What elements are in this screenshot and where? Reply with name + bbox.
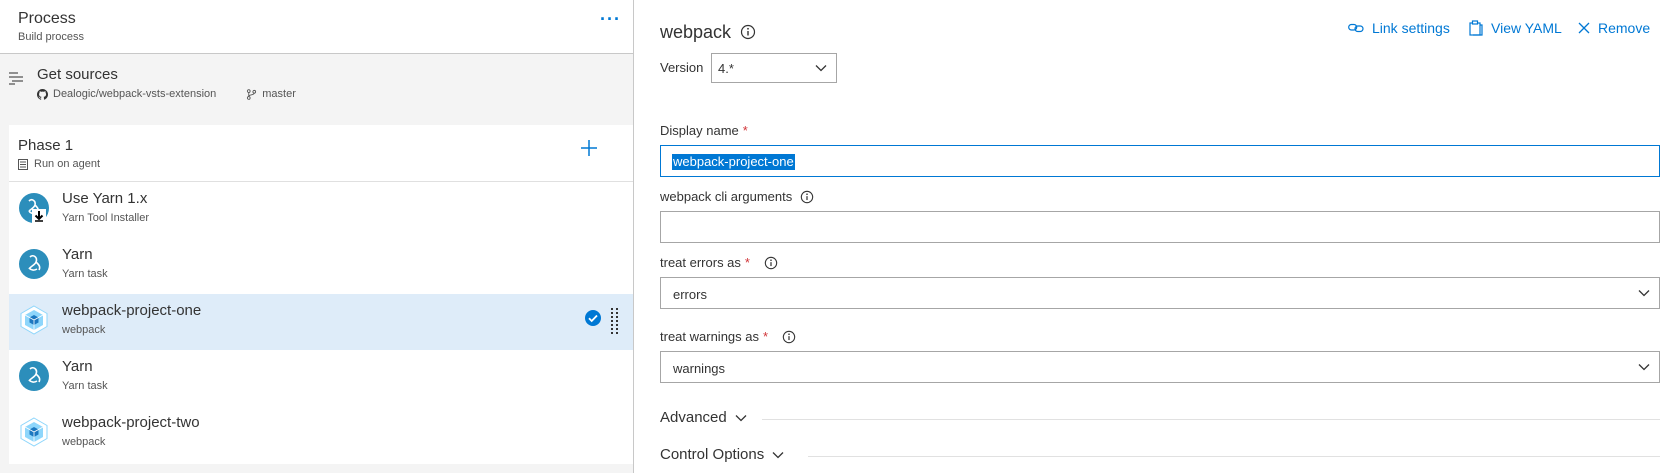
process-header[interactable]: Process Build process ··· xyxy=(0,0,633,54)
required-marker: * xyxy=(744,255,750,270)
advanced-section-toggle[interactable]: Advanced xyxy=(660,409,1674,429)
chevron-down-icon xyxy=(735,414,747,421)
clipboard-icon xyxy=(1469,20,1483,36)
view-yaml-label: View YAML xyxy=(1491,20,1562,36)
section-divider xyxy=(808,456,1660,457)
control-options-section-toggle[interactable]: Control Options xyxy=(660,446,1674,466)
control-options-title: Control Options xyxy=(660,446,784,463)
phase-subtitle-text: Run on agent xyxy=(34,158,101,170)
github-icon xyxy=(37,88,48,100)
remove-label: Remove xyxy=(1598,20,1651,36)
task-subtitle: Yarn task xyxy=(62,268,108,280)
display-name-label: Display name * xyxy=(660,123,748,138)
errors-label-text: treat errors as xyxy=(660,255,741,270)
sources-meta: Dealogic/webpack-vsts-extension master xyxy=(37,88,296,100)
webpack-icon xyxy=(20,305,48,335)
task-title: Yarn xyxy=(62,246,93,263)
errors-value: errors xyxy=(673,287,707,302)
cli-args-label: webpack cli arguments xyxy=(660,189,814,204)
task-detail-panel: webpack Link settings View YAML Remove V… xyxy=(635,0,1674,473)
chevron-down-icon xyxy=(1638,290,1650,297)
task-title: Yarn xyxy=(62,358,93,375)
branch-name: master xyxy=(262,88,296,100)
chevron-down-icon xyxy=(1638,364,1650,371)
process-title: Process xyxy=(18,10,76,27)
required-marker: * xyxy=(742,123,748,138)
get-sources-item[interactable]: Get sources Dealogic/webpack-vsts-extens… xyxy=(0,55,633,125)
info-icon[interactable] xyxy=(782,330,796,344)
add-task-icon[interactable] xyxy=(577,136,601,160)
task-item[interactable]: Yarn Yarn task xyxy=(9,350,633,406)
task-title: Use Yarn 1.x xyxy=(62,190,148,207)
errors-dropdown[interactable]: errors xyxy=(660,277,1660,309)
errors-label: treat errors as * xyxy=(660,255,778,270)
info-icon[interactable] xyxy=(764,256,778,270)
task-list: Phase 1 Run on agent Use Yarn 1.x Yarn T… xyxy=(9,125,633,464)
sources-list-icon xyxy=(9,72,23,85)
cli-args-label-text: webpack cli arguments xyxy=(660,189,793,204)
task-item[interactable]: webpack-project-two webpack xyxy=(9,406,633,462)
view-yaml-button[interactable]: View YAML xyxy=(1469,20,1562,36)
link-icon xyxy=(1348,23,1364,33)
task-subtitle: webpack xyxy=(62,436,106,448)
process-subtitle: Build process xyxy=(18,31,85,43)
detail-actions: Link settings View YAML Remove xyxy=(635,20,1674,40)
task-item[interactable]: Yarn Yarn task xyxy=(9,238,633,294)
chevron-down-icon xyxy=(772,451,784,458)
webpack-icon xyxy=(20,417,48,447)
link-settings-button[interactable]: Link settings xyxy=(1348,20,1450,36)
checkmark-icon xyxy=(585,310,601,326)
task-subtitle: webpack xyxy=(62,324,106,336)
warnings-label-text: treat warnings as xyxy=(660,329,759,344)
section-divider xyxy=(762,419,1660,420)
drag-handle-icon[interactable] xyxy=(610,307,620,337)
yarn-installer-icon xyxy=(19,193,49,223)
phase-item[interactable]: Phase 1 Run on agent xyxy=(9,125,633,182)
yarn-icon xyxy=(19,361,49,391)
control-options-label: Control Options xyxy=(660,446,765,463)
cli-args-input[interactable] xyxy=(660,211,1660,243)
warnings-value: warnings xyxy=(673,361,726,376)
agent-icon xyxy=(18,158,28,170)
repo-name: Dealogic/webpack-vsts-extension xyxy=(53,88,217,100)
advanced-title: Advanced xyxy=(660,409,747,426)
more-options-icon[interactable]: ··· xyxy=(600,10,621,28)
close-icon xyxy=(1578,22,1590,34)
phase-subtitle: Run on agent xyxy=(18,158,100,170)
display-name-value: webpack-project-one xyxy=(672,154,795,170)
info-icon[interactable] xyxy=(800,190,814,204)
process-panel: Process Build process ··· Get sources De… xyxy=(0,0,634,473)
get-sources-title: Get sources xyxy=(37,66,118,83)
version-value: 4.* xyxy=(718,61,734,76)
version-label: Version xyxy=(660,60,704,75)
display-name-label-text: Display name xyxy=(660,123,739,138)
task-title: webpack-project-one xyxy=(62,302,202,319)
display-name-input[interactable]: webpack-project-one xyxy=(660,145,1660,177)
task-item-selected[interactable]: webpack-project-one webpack xyxy=(9,294,633,350)
task-title: webpack-project-two xyxy=(62,414,200,431)
chevron-down-icon xyxy=(815,65,827,72)
remove-button[interactable]: Remove xyxy=(1578,20,1650,36)
link-settings-label: Link settings xyxy=(1372,20,1450,36)
phase-title: Phase 1 xyxy=(18,137,74,154)
yarn-icon xyxy=(19,249,49,279)
warnings-label: treat warnings as * xyxy=(660,329,796,344)
version-dropdown[interactable]: 4.* xyxy=(711,53,837,83)
task-item[interactable]: Use Yarn 1.x Yarn Tool Installer xyxy=(9,182,633,238)
warnings-dropdown[interactable]: warnings xyxy=(660,351,1660,383)
task-subtitle: Yarn Tool Installer xyxy=(62,212,150,224)
task-subtitle: Yarn task xyxy=(62,380,108,392)
branch-icon xyxy=(247,88,257,100)
advanced-label: Advanced xyxy=(660,409,727,426)
required-marker: * xyxy=(763,329,769,344)
